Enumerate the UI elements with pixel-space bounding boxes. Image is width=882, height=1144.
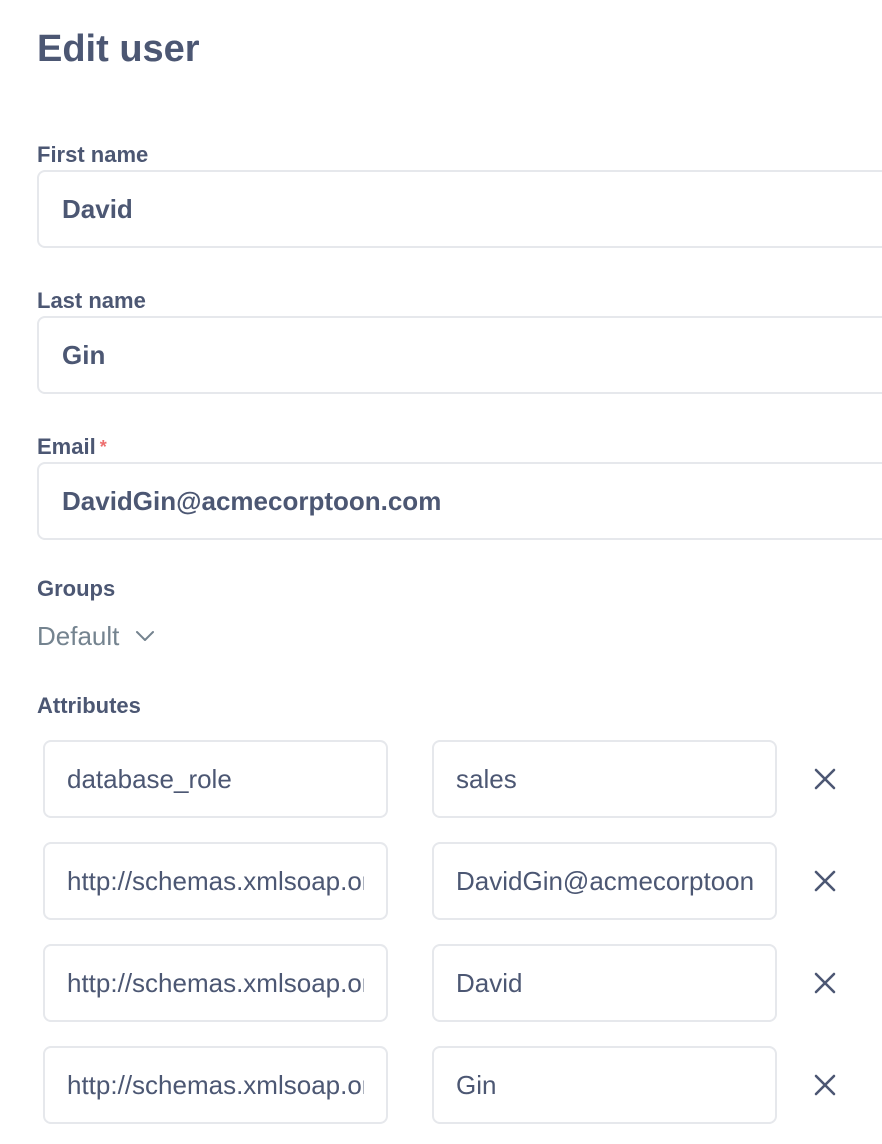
attribute-value-input[interactable] — [432, 842, 777, 920]
close-icon[interactable] — [810, 1070, 840, 1100]
email-label-text: Email — [37, 434, 96, 459]
close-icon[interactable] — [810, 968, 840, 998]
attribute-value-input[interactable] — [432, 944, 777, 1022]
groups-label: Groups — [37, 576, 116, 601]
attribute-value-input[interactable] — [432, 740, 777, 818]
attribute-key-input[interactable] — [43, 1046, 388, 1124]
last-name-label: Last name — [37, 288, 146, 313]
attribute-key-input[interactable] — [43, 740, 388, 818]
attributes-label: Attributes — [37, 693, 141, 718]
groups-select[interactable]: Default — [37, 616, 155, 656]
required-marker: * — [99, 437, 107, 457]
groups-selected-value: Default — [37, 620, 120, 651]
attribute-value-input[interactable] — [432, 1046, 777, 1124]
page-title: Edit user — [37, 28, 200, 70]
attribute-key-input[interactable] — [43, 944, 388, 1022]
close-icon[interactable] — [810, 764, 840, 794]
close-icon[interactable] — [810, 866, 840, 896]
chevron-down-icon[interactable] — [135, 630, 155, 642]
first-name-field[interactable] — [37, 170, 882, 248]
attribute-key-input[interactable] — [43, 842, 388, 920]
email-field[interactable] — [37, 462, 882, 540]
first-name-label: First name — [37, 142, 149, 167]
last-name-field[interactable] — [37, 316, 882, 394]
email-label: Email * — [37, 433, 107, 461]
